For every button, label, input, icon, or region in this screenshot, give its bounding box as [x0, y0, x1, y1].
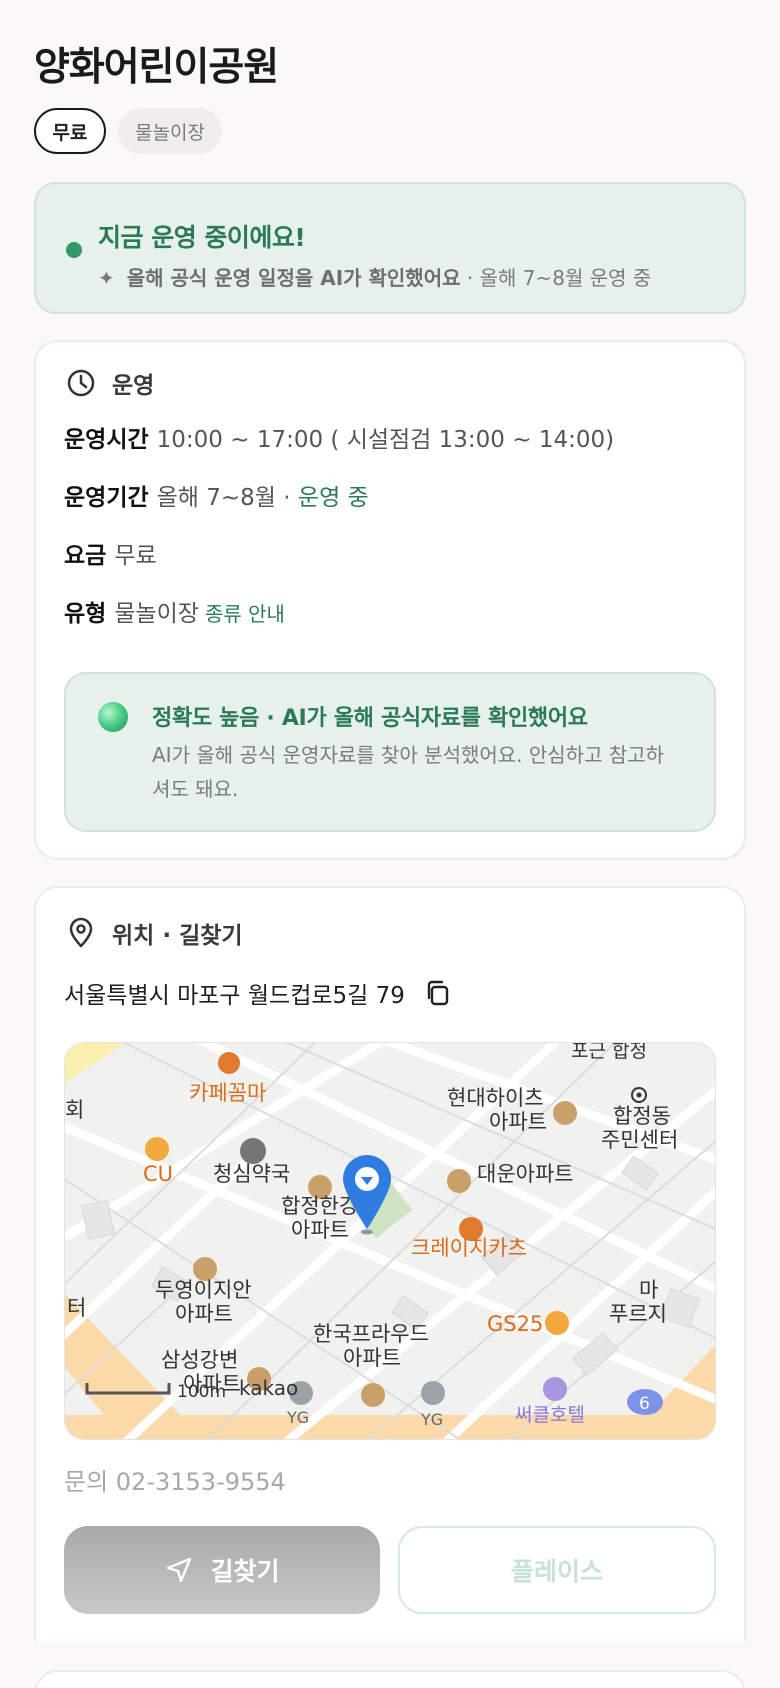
location-card: 위치 · 길찾기 서울특별시 마포구 월드컵로5길 79 카페꼼마 포근 합정 …: [34, 886, 746, 1642]
map-label-cafe: 카페꼼마: [189, 1081, 266, 1105]
map-label-hyundai-2: 아파트: [489, 1110, 547, 1134]
chip-water-playground[interactable]: 물놀이장: [118, 108, 222, 154]
status-subtitle: ✦ 올해 공식 운영 일정을 AI가 확인했어요 · 올해 7~8월 운영 중: [98, 262, 651, 291]
sparkle-icon: ✦: [98, 266, 115, 290]
period-status: · 운영 중: [283, 485, 369, 511]
status-card: 지금 운영 중이에요! ✦ 올해 공식 운영 일정을 AI가 확인했어요 · 올해…: [34, 182, 746, 314]
map-label-hapjeong-hangang: 합정한강: [281, 1194, 358, 1218]
status-title: 지금 운영 중이에요!: [98, 223, 306, 252]
map-label-samsung: 삼성강변: [161, 1348, 238, 1372]
address-row: 서울특별시 마포구 월드컵로5길 79: [64, 976, 453, 1010]
hours-value: 10:00 ~ 17:00 ( 시설점검 13:00 ~ 14:00): [156, 427, 615, 453]
location-pin-icon: [69, 917, 93, 948]
map-label-left-edge-2: 터: [67, 1296, 86, 1320]
copy-icon[interactable]: [423, 978, 453, 1008]
map-view[interactable]: 카페꼼마 포근 합정 현대하이츠 아파트 합정동 주민센터 회 터 CU 청심약…: [64, 1042, 716, 1440]
ai-orb-icon: [98, 702, 128, 732]
map-label-crazy-katsu: 크레이지카츠: [411, 1236, 527, 1260]
map-label-top-right: 포근 합정: [571, 1043, 647, 1062]
address-text: 서울특별시 마포구 월드컵로5길 79: [64, 983, 405, 1009]
period-value: 올해 7~8월: [156, 485, 276, 511]
fee-value: 무료: [114, 543, 157, 569]
map-label-hapjeong-hangang-2: 아파트: [291, 1218, 349, 1242]
route-button[interactable]: 길찾기: [64, 1526, 380, 1614]
clock-icon: [67, 369, 95, 397]
hours-row: 운영시간 10:00 ~ 17:00 ( 시설점검 13:00 ~ 14:00): [64, 420, 614, 454]
map-label-pharmacy: 청심약국: [213, 1162, 290, 1186]
map-scale-label: 100m: [177, 1382, 226, 1402]
type-label: 유형: [64, 601, 107, 627]
period-row: 운영기간 올해 7~8월 · 운영 중: [64, 478, 369, 512]
map-kakao-logo: kakao: [239, 1376, 298, 1400]
map-label-korea-proud: 한국프라우드: [313, 1322, 429, 1346]
type-guide-link[interactable]: 종류 안내: [205, 602, 285, 626]
operation-card: 운영 운영시간 10:00 ~ 17:00 ( 시설점검 13:00 ~ 14:0…: [34, 340, 746, 860]
map-label-korea-proud-2: 아파트: [343, 1346, 401, 1370]
map-canvas[interactable]: 카페꼼마 포근 합정 현대하이츠 아파트 합정동 주민센터 회 터 CU 청심약…: [65, 1043, 716, 1440]
map-label-right-edge: 마: [639, 1278, 658, 1302]
map-label-duyoung-2: 아파트: [175, 1302, 233, 1326]
status-verified-text: 올해 공식 운영 일정을 AI가 확인했어요: [126, 266, 461, 290]
map-label-left-edge: 회: [65, 1098, 84, 1122]
map-label-yg-2: YG: [420, 1410, 443, 1429]
map-label-duyoung: 두영이지안: [155, 1278, 252, 1302]
accuracy-description: AI가 올해 공식 운영자료를 찾아 분석했어요. 안심하고 참고하셔도 돼요.: [152, 743, 665, 801]
fee-row: 요금 무료: [64, 536, 157, 570]
map-label-hyundai: 현대하이츠: [447, 1086, 544, 1110]
period-label: 운영기간: [64, 485, 149, 511]
next-card: [34, 1670, 746, 1688]
page: 양화어린이공원 무료 물놀이장 지금 운영 중이에요! ✦ 올해 공식 운영 일정…: [0, 0, 780, 1688]
status-dot: [66, 242, 82, 258]
map-label-right-edge-2: 푸르지: [609, 1302, 667, 1326]
fee-label: 요금: [64, 543, 107, 569]
map-label-daewoon: 대운아파트: [477, 1162, 574, 1186]
location-heading: 위치 · 길찾기: [112, 923, 243, 949]
type-value: 물놀이장: [114, 601, 199, 627]
place-button[interactable]: 플레이스: [398, 1526, 716, 1614]
map-label-hotel: 써클호텔: [515, 1404, 585, 1426]
location-header: 위치 · 길찾기: [64, 916, 243, 950]
map-label-gs25: GS25: [487, 1312, 543, 1336]
page-title: 양화어린이공원: [34, 45, 279, 90]
map-label-yg: YG: [286, 1408, 309, 1427]
map-label-hapjeong-center: 합정동: [613, 1104, 671, 1128]
type-row: 유형 물놀이장 종류 안내: [64, 594, 285, 628]
inquiry-phone[interactable]: 문의 02-3153-9554: [64, 1462, 286, 1497]
operation-heading: 운영: [112, 373, 155, 399]
hours-label: 운영시간: [64, 427, 149, 453]
chip-free[interactable]: 무료: [34, 108, 106, 154]
navigation-arrow-icon: [167, 1557, 192, 1583]
route-button-label: 길찾기: [210, 1557, 280, 1586]
accuracy-title: 정확도 높음 · AI가 올해 공식자료를 확인했어요: [152, 706, 588, 731]
status-period-text: · 올해 7~8월 운영 중: [466, 266, 652, 290]
operation-header: 운영: [64, 366, 154, 400]
accuracy-box: 정확도 높음 · AI가 올해 공식자료를 확인했어요 AI가 올해 공식 운영…: [64, 672, 716, 832]
map-label-cu: CU: [143, 1162, 173, 1186]
map-label-hapjeong-center-2: 주민센터: [601, 1128, 678, 1152]
map-road-number: 6: [639, 1394, 650, 1414]
